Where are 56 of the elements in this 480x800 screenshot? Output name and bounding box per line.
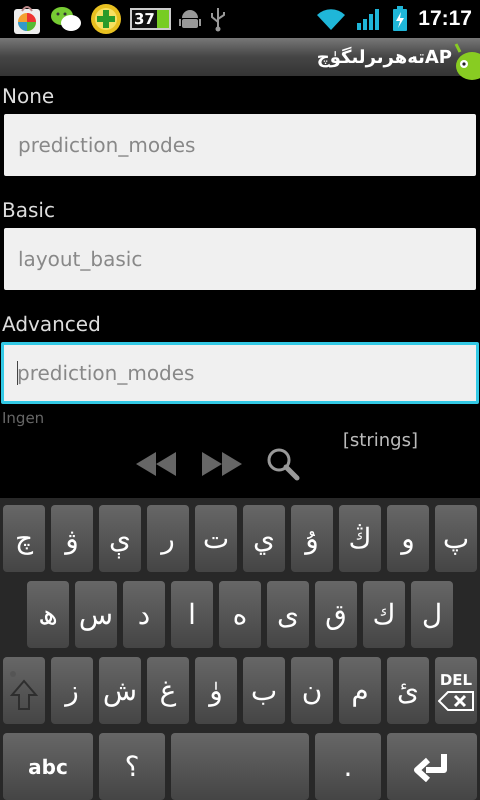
keyboard-key[interactable]: ؟ [99, 733, 165, 800]
enter-key[interactable] [387, 733, 477, 800]
keyboard-key[interactable]: ش [99, 657, 141, 724]
keyboard-key[interactable]: ق [315, 581, 357, 648]
field-label: Advanced [1, 311, 102, 338]
keyboard-key[interactable]: ۋ [51, 505, 93, 572]
keyboard-key[interactable]: ۈ [195, 657, 237, 724]
field-label: Basic [1, 197, 56, 224]
chat-bubbles-icon [50, 4, 82, 34]
clock-time: 17:17 [418, 7, 472, 31]
keyboard-key[interactable]: س [75, 581, 117, 648]
wifi-icon [316, 7, 346, 31]
enter-arrow-icon [414, 752, 450, 782]
backspace-icon [438, 690, 474, 710]
shopping-bag-icon [12, 3, 42, 35]
rewind-icon [134, 450, 178, 478]
keyboard-key[interactable]: ې [99, 505, 141, 572]
keyboard-key[interactable]: غ [147, 657, 189, 724]
keyboard-key[interactable]: ب [243, 657, 285, 724]
keyboard-key[interactable]: ت [195, 505, 237, 572]
keyboard-key[interactable]: ز [51, 657, 93, 724]
space-key[interactable] [171, 733, 309, 800]
keyboard-key[interactable]: ئ [387, 657, 429, 724]
keyboard-key[interactable]: چ [3, 505, 45, 572]
keyboard-key[interactable]: ر [147, 505, 189, 572]
shift-key[interactable] [3, 657, 45, 724]
keyboard-key[interactable]: پ [435, 505, 477, 572]
keyboard-key[interactable]: . [315, 733, 381, 800]
mode-key[interactable]: abc [3, 733, 93, 800]
keyboard-key[interactable]: ڭ [339, 505, 381, 572]
battery-percent: 37 [133, 10, 156, 28]
android-icon [178, 7, 201, 31]
keyboard-key[interactable]: ي [243, 505, 285, 572]
resource-tag: [strings] [342, 430, 418, 451]
keyboard-key[interactable]: ك [363, 581, 405, 648]
field-label: Ingen [1, 408, 46, 428]
shift-arrow-icon [10, 670, 38, 710]
keyboard-key[interactable]: ا [171, 581, 213, 648]
keyboard-key[interactable]: ل [411, 581, 453, 648]
search-icon [266, 447, 300, 481]
delete-key[interactable]: DEL [435, 657, 477, 724]
keyboard-key[interactable]: ھ [27, 581, 69, 648]
usb-icon [208, 6, 227, 32]
field-label: None [1, 83, 56, 110]
app-title: APتەھرىرلىگۈچ [316, 46, 452, 68]
keyboard-key[interactable]: و [387, 505, 429, 572]
keyboard-key[interactable]: ە [219, 581, 261, 648]
plus-circle-icon [90, 3, 122, 35]
keyboard-key[interactable]: ۇ [291, 505, 333, 572]
keyboard-key[interactable]: د [123, 581, 165, 648]
keyboard-key[interactable]: م [339, 657, 381, 724]
alien-mascot-icon [454, 42, 480, 80]
battery-charging-icon [392, 6, 408, 32]
keyboard-key[interactable]: ن [291, 657, 333, 724]
keyboard-key[interactable]: ى [267, 581, 309, 648]
fast-forward-icon [200, 450, 244, 478]
